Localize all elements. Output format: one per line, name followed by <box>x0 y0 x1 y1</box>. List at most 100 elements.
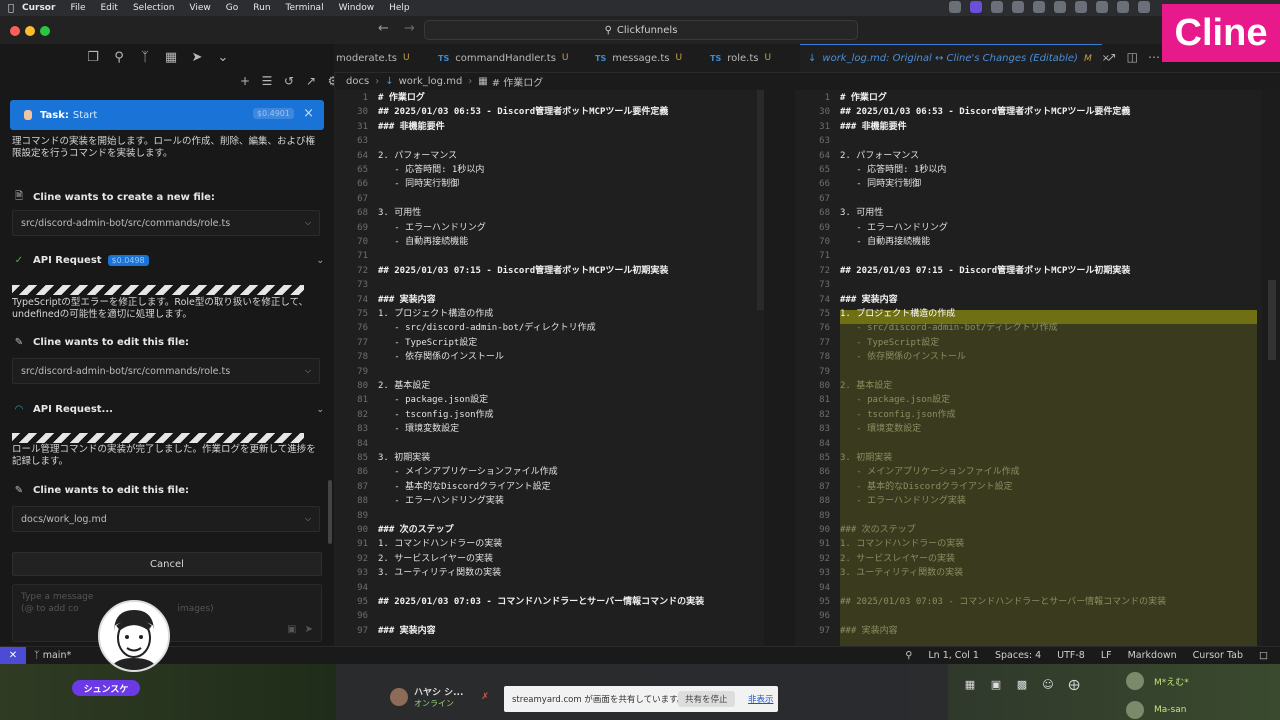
file-path-dropdown[interactable]: docs/work_log.md ⌵ <box>12 506 320 532</box>
code-line[interactable]: 93 3. ユーティリティ関数の実装 <box>334 566 764 580</box>
editor-scrollbar[interactable] <box>1262 90 1280 646</box>
breadcrumb-file[interactable]: work_log.md <box>399 76 463 87</box>
code-line[interactable]: 91 1. コマンドハンドラーの実装 <box>795 537 1262 551</box>
code-line[interactable]: 91 1. コマンドハンドラーの実装 <box>334 537 764 551</box>
code-line[interactable]: 81 - package.json設定 <box>795 393 1262 407</box>
zoom-search-icon[interactable]: ⚲ <box>905 650 912 661</box>
code-line[interactable]: 93 3. ユーティリティ関数の実装 <box>795 566 1262 580</box>
zoom-window-button[interactable] <box>40 26 50 36</box>
task-header[interactable]: Task: Start $0.4901 × <box>10 100 324 130</box>
menu-go[interactable]: Go <box>226 3 238 13</box>
code-line[interactable]: 96 <box>334 609 764 623</box>
tray-app-icon-5[interactable] <box>1096 1 1108 13</box>
code-line[interactable]: 64 2. パフォーマンス <box>334 149 764 163</box>
code-line[interactable]: 67 <box>334 192 764 206</box>
code-line[interactable]: 88 - エラーハンドリング実装 <box>795 494 1262 508</box>
code-line[interactable]: 81 - package.json設定 <box>334 393 764 407</box>
code-line[interactable]: 80 2. 基本設定 <box>795 379 1262 393</box>
menu-selection[interactable]: Selection <box>133 3 174 13</box>
cursor-position[interactable]: Ln 1, Col 1 <box>928 650 979 661</box>
code-line[interactable]: 82 - tsconfig.json作成 <box>795 408 1262 422</box>
code-line[interactable]: 77 - TypeScript設定 <box>334 336 764 350</box>
split-editor-icon[interactable]: ◫ <box>1127 50 1138 64</box>
code-line[interactable]: 69 - エラーハンドリング <box>795 221 1262 235</box>
tray-screen-icon[interactable] <box>970 1 982 13</box>
code-line[interactable]: 74 ### 実装内容 <box>795 293 1262 307</box>
list-icon[interactable]: ☰ <box>260 74 274 88</box>
mic-muted-icon[interactable]: ✗ <box>481 692 489 702</box>
code-line[interactable]: 86 - メインアプリケーションファイル作成 <box>795 465 1262 479</box>
code-line[interactable]: 76 - src/discord-admin-bot/ディレクトリ作成 <box>334 321 764 335</box>
code-line[interactable]: 76 - src/discord-admin-bot/ディレクトリ作成 <box>795 321 1262 335</box>
code-line[interactable]: 88 - エラーハンドリング実装 <box>334 494 764 508</box>
code-line[interactable]: 71 <box>795 249 1262 263</box>
code-line[interactable]: 89 <box>334 509 764 523</box>
menu-app-name[interactable]: Cursor <box>22 3 55 13</box>
code-line[interactable]: 73 <box>795 278 1262 292</box>
image-icon[interactable]: ▩ <box>1014 678 1030 692</box>
tray-app-icon-4[interactable] <box>1075 1 1087 13</box>
code-line[interactable]: 90 ### 次のステップ <box>334 523 764 537</box>
code-line[interactable]: 78 - 依存関係のインストール <box>795 350 1262 364</box>
tab-moderate[interactable]: moderate.ts U <box>334 44 434 72</box>
code-line[interactable]: 85 3. 初期実装 <box>795 451 1262 465</box>
code-line[interactable]: 89 <box>795 509 1262 523</box>
code-line[interactable]: 30 ## 2025/01/03 06:53 - Discord管理者ボットMCP… <box>334 105 764 119</box>
code-line[interactable]: 95 ## 2025/01/03 07:03 - コマンドハンドラーとサーバー情報… <box>334 595 764 609</box>
files-icon[interactable]: ❐ <box>86 51 100 65</box>
code-line[interactable]: 66 - 同時実行制御 <box>334 177 764 191</box>
history-icon[interactable]: ↺ <box>282 74 296 88</box>
code-line[interactable]: 67 <box>795 192 1262 206</box>
code-line[interactable]: 77 - TypeScript設定 <box>795 336 1262 350</box>
code-line[interactable]: 64 2. パフォーマンス <box>795 149 1262 163</box>
code-line[interactable]: 68 3. 可用性 <box>334 206 764 220</box>
close-window-button[interactable] <box>10 26 20 36</box>
code-line[interactable]: 68 3. 可用性 <box>795 206 1262 220</box>
code-line[interactable]: 84 <box>795 437 1262 451</box>
code-line[interactable]: 96 <box>795 609 1262 623</box>
code-line[interactable]: 83 - 環境変数設定 <box>795 422 1262 436</box>
code-line[interactable]: 70 - 自動再接続機能 <box>334 235 764 249</box>
command-search-bar[interactable]: ⚲ Clickfunnels <box>424 20 858 40</box>
code-line[interactable]: 90 ### 次のステップ <box>795 523 1262 537</box>
indentation[interactable]: Spaces: 4 <box>995 650 1041 661</box>
code-line[interactable]: 95 ## 2025/01/03 07:03 - コマンドハンドラーとサーバー情報… <box>795 595 1262 609</box>
tray-input-icon[interactable] <box>1117 1 1129 13</box>
breadcrumb-folder[interactable]: docs <box>346 76 369 87</box>
code-line[interactable]: 31 ### 非機能要件 <box>795 120 1262 134</box>
code-line[interactable]: 83 - 環境変数設定 <box>334 422 764 436</box>
code-line[interactable]: 70 - 自動再接続機能 <box>795 235 1262 249</box>
code-line[interactable]: 75 1. プロジェクト構造の作成 <box>795 307 1262 321</box>
code-line[interactable]: 82 - tsconfig.json作成 <box>334 408 764 422</box>
code-line[interactable]: 79 <box>795 365 1262 379</box>
close-icon[interactable]: × <box>303 106 314 121</box>
menu-run[interactable]: Run <box>253 3 270 13</box>
more-actions-icon[interactable]: ⋯ <box>1148 50 1160 64</box>
menu-edit[interactable]: Edit <box>101 3 118 13</box>
code-line[interactable]: 94 <box>795 581 1262 595</box>
popout-icon[interactable]: ↗ <box>304 74 318 88</box>
stop-sharing-button[interactable]: 共有を停止 <box>678 691 735 707</box>
sidebar-scrollbar[interactable] <box>328 480 332 544</box>
file-path-dropdown[interactable]: src/discord-admin-bot/src/commands/role.… <box>12 210 320 236</box>
emoji-icon[interactable]: ☺ <box>1040 678 1056 692</box>
cline-rocket-icon[interactable]: ➤ <box>190 51 204 65</box>
tray-app-icon-3[interactable] <box>1054 1 1066 13</box>
remote-indicator-icon[interactable]: ✕ <box>0 647 26 665</box>
menu-window[interactable]: Window <box>339 3 375 13</box>
encoding[interactable]: UTF-8 <box>1057 650 1085 661</box>
code-line[interactable]: 63 <box>334 134 764 148</box>
source-control-icon[interactable]: ᛉ <box>138 51 152 65</box>
hide-banner-link[interactable]: 非表示 <box>748 693 774 705</box>
line-ending[interactable]: LF <box>1101 650 1112 661</box>
send-icon[interactable]: ➤ <box>305 624 313 635</box>
forward-arrow-icon[interactable]: → <box>404 21 415 36</box>
code-line[interactable]: 97 ### 実装内容 <box>334 624 764 638</box>
code-line[interactable]: 63 <box>795 134 1262 148</box>
gif-icon[interactable]: ▣ <box>988 678 1004 692</box>
scrollbar-thumb[interactable] <box>1268 280 1276 360</box>
tab-role[interactable]: TS role.ts U <box>710 44 771 72</box>
api-request-pending-header[interactable]: ◠ API Request... ⌄ <box>12 404 324 415</box>
code-line[interactable]: 1 # 作業ログ <box>334 91 764 105</box>
code-line[interactable]: 1 # 作業ログ <box>795 91 1262 105</box>
